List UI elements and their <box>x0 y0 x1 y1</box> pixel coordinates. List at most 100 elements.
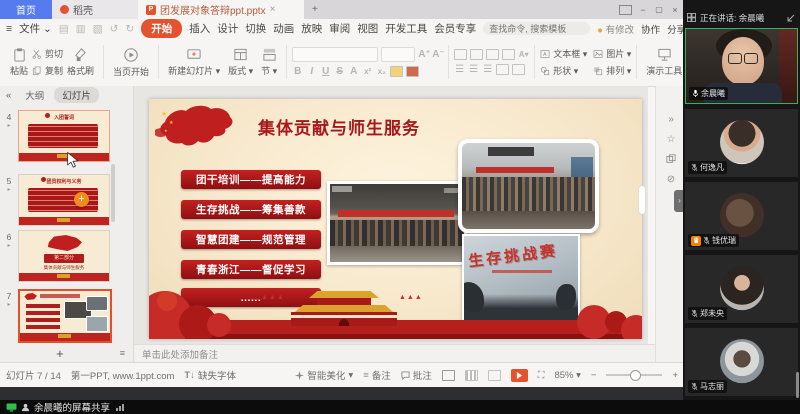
slide-thumbnail-6[interactable]: 第二部分 集体贡献与师生服务 <box>18 230 110 282</box>
participant-tile[interactable]: 钱优瑞 <box>685 182 798 250</box>
rail-help-icon[interactable]: ⊘ <box>665 174 677 186</box>
new-slide-plus-button[interactable]: + <box>0 346 120 361</box>
align-right-button[interactable]: ☰ <box>482 64 493 75</box>
participant-tile[interactable]: 马志丽 <box>685 328 798 396</box>
poster-survival-challenge[interactable]: 生存挑战赛 <box>462 234 580 322</box>
slide-title[interactable]: 集体贡献与师生服务 <box>229 114 449 139</box>
comments-toggle-button[interactable]: 批注 <box>401 368 432 382</box>
cut-button[interactable]: 剪切 <box>32 47 63 60</box>
file-menu[interactable]: 文件 ⌄ <box>19 21 52 36</box>
shadow-button[interactable]: A <box>348 66 359 77</box>
rail-star-icon[interactable]: ☆ <box>665 134 677 146</box>
thumbnail-scrollbar[interactable] <box>111 164 115 222</box>
close-button[interactable]: × <box>670 4 680 16</box>
menu-tab-animation[interactable]: 动画 <box>273 21 294 36</box>
photo-classroom-top[interactable] <box>458 139 599 233</box>
slide-thumbnail-7-current[interactable] <box>18 289 112 343</box>
slide-bullet-1[interactable]: 生存挑战——筹集善款 <box>181 200 321 219</box>
slideshow-play-button[interactable] <box>511 369 528 382</box>
maximize-button[interactable]: ▢ <box>654 4 664 16</box>
columns-button[interactable] <box>512 64 525 75</box>
preview-icon[interactable]: ▧ <box>93 23 103 35</box>
menu-tab-transition[interactable]: 切换 <box>245 21 266 36</box>
slide-thumbnail-5[interactable]: 团员权利与义务 <box>18 174 110 226</box>
menu-tab-slideshow[interactable]: 放映 <box>301 21 322 36</box>
redo-icon[interactable]: ↻ <box>125 23 134 35</box>
grid-view-icon[interactable] <box>687 13 696 22</box>
arrange-button[interactable]: 排列 ▾ <box>593 64 631 77</box>
tab-document[interactable]: P 团发展对象答辩ppt.pptx × <box>138 0 304 19</box>
align-center-button[interactable]: ☰ <box>468 64 479 75</box>
tab-slides[interactable]: 幻灯片 <box>54 87 99 103</box>
font-color-button[interactable] <box>406 66 419 77</box>
number-list-button[interactable] <box>470 49 483 60</box>
presentation-tools-button[interactable]: 演示工具 <box>642 47 684 77</box>
indent-decrease-button[interactable] <box>486 49 499 60</box>
tab-close-icon[interactable]: × <box>270 4 276 15</box>
photo-classroom-main[interactable] <box>327 181 467 265</box>
underline-button[interactable]: U <box>320 66 331 77</box>
notes-toggle-button[interactable]: ≡备注 <box>363 368 391 382</box>
font-size-select[interactable] <box>381 47 415 62</box>
tab-outline[interactable]: 大纲 <box>25 88 44 102</box>
smart-beautify-button[interactable]: 智能美化 ▾ <box>295 368 353 382</box>
section-button[interactable]: 节 ▾ <box>257 47 281 77</box>
textbox-button[interactable]: A 文本框 ▾ <box>540 47 587 60</box>
fit-window-button[interactable]: ⛶ <box>538 370 545 381</box>
shape-button[interactable]: 形状 ▾ <box>540 64 587 77</box>
missing-font-warning[interactable]: T↓缺失字体 <box>184 368 236 382</box>
view-reading-button[interactable] <box>488 370 501 381</box>
thumb-menu-icon[interactable]: ≡ <box>120 348 125 358</box>
hamburger-icon[interactable]: ≡ <box>6 23 12 35</box>
rail-expand-icon[interactable]: » <box>665 114 677 126</box>
share-button[interactable]: 分享 <box>667 22 684 36</box>
participant-tile[interactable]: 何逸凡 <box>685 109 798 177</box>
highlight-color-button[interactable] <box>390 66 403 77</box>
collapse-panel-icon[interactable]: « <box>6 90 11 101</box>
line-spacing-button[interactable] <box>496 64 509 75</box>
slide-bullet-0[interactable]: 团干培训——提高能力 <box>181 170 321 189</box>
view-sorter-button[interactable] <box>465 370 478 381</box>
menu-tab-insert[interactable]: 插入 <box>189 21 210 36</box>
align-left-button[interactable]: ☰ <box>454 64 465 75</box>
menu-tab-design[interactable]: 设计 <box>217 21 238 36</box>
text-direction-button[interactable]: A▾ <box>518 50 529 59</box>
menu-tab-review[interactable]: 审阅 <box>329 21 350 36</box>
collaborate-button[interactable]: 协作 <box>641 22 660 36</box>
china-map-graphic[interactable]: ★ ★ ★ <box>153 102 239 150</box>
superscript-button[interactable]: x² <box>362 67 373 76</box>
format-painter-button[interactable]: 格式刷 <box>63 47 98 77</box>
slide-canvas[interactable]: ★ ★ ★ 集体贡献与师生服务 团干培训——提高能力 生存挑战——筹集善款 智慧… <box>149 99 642 339</box>
view-normal-button[interactable] <box>442 370 455 381</box>
rail-layers-icon[interactable] <box>665 154 677 166</box>
slide-bullet-4[interactable]: ...... <box>181 288 321 307</box>
bullet-list-button[interactable] <box>454 49 467 60</box>
new-slide-button[interactable]: 新建幻灯片 ▾ <box>164 47 224 77</box>
tab-docer[interactable]: 稻壳 <box>52 0 138 19</box>
font-family-select[interactable] <box>292 47 378 62</box>
slide-thumbnail-4[interactable]: 入团誓词 <box>18 110 110 162</box>
menu-tab-developer[interactable]: 开发工具 <box>385 21 427 36</box>
play-from-current-button[interactable]: 当页开始 <box>109 47 153 78</box>
slide-bullet-2[interactable]: 智慧团建——规范管理 <box>181 230 321 249</box>
zoom-slider[interactable] <box>606 374 662 376</box>
video-tile-speaker[interactable]: 余晨曦 <box>685 28 798 104</box>
save-icon[interactable]: ▤ <box>59 23 69 35</box>
minimize-button[interactable]: − <box>638 4 648 16</box>
italic-button[interactable]: I <box>306 66 317 77</box>
slide-bullet-3[interactable]: 青春浙江——督促学习 <box>181 260 321 279</box>
subscript-button[interactable]: x₂ <box>376 67 387 76</box>
menu-tab-start[interactable]: 开始 <box>141 19 182 38</box>
menu-tab-member[interactable]: 会员专享 <box>434 21 476 36</box>
paste-button[interactable]: 粘贴 <box>6 47 32 77</box>
shrink-font-button[interactable]: A⁻ <box>432 49 443 60</box>
zoom-slider-thumb[interactable] <box>630 370 641 381</box>
command-search-input[interactable] <box>483 22 590 35</box>
menu-tab-view[interactable]: 视图 <box>357 21 378 36</box>
picture-button[interactable]: 图片 ▾ <box>593 47 631 60</box>
editor-scrollbar[interactable] <box>639 186 645 214</box>
zoom-out-button[interactable]: − <box>591 370 597 381</box>
meeting-scrollbar[interactable] <box>796 372 799 398</box>
notes-bar[interactable]: 单击此处添加备注 <box>134 344 656 363</box>
insert-slide-plus-badge[interactable]: + <box>74 192 89 207</box>
